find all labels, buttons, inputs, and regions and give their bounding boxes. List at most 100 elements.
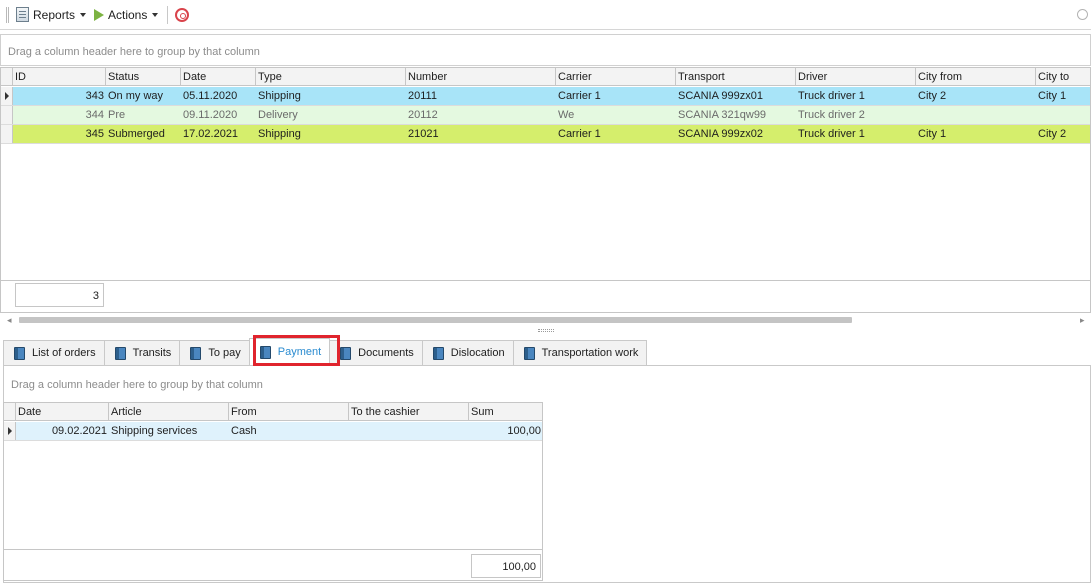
column-header-article[interactable]: Article (109, 403, 229, 421)
chevron-down-icon (80, 12, 87, 17)
actions-button[interactable]: Actions (91, 4, 161, 25)
cell-date: 05.11.2020 (183, 90, 238, 102)
cell-transport: SCANIA 999zx01 (678, 90, 763, 102)
book-icon (523, 346, 535, 360)
cell-from: Cash (231, 425, 257, 437)
column-header-from[interactable]: From (229, 403, 349, 421)
cell-sum: 100,00 (507, 425, 541, 437)
cell-id: 345 (85, 128, 104, 140)
row-indicator[interactable] (1, 125, 13, 143)
group-hint: Drag a column header here to group by th… (11, 379, 263, 391)
tab-label: Transportation work (541, 347, 639, 359)
cell-article: Shipping services (111, 425, 198, 437)
column-header-date[interactable]: Date (16, 403, 109, 421)
cell-number: 20111 (408, 90, 437, 102)
column-header-number[interactable]: Number (406, 68, 556, 86)
cell-city-to: City 2 (1038, 128, 1067, 140)
column-header-to-cashier[interactable]: To the cashier (349, 403, 469, 421)
payment-grid: Date Article From To the cashier Sum 09.02.2… (3, 402, 543, 550)
toolbar-grip[interactable] (6, 7, 9, 23)
toolbar-separator (167, 6, 168, 24)
orders-summary-bar: 3 (0, 281, 1091, 313)
book-icon (190, 346, 202, 360)
column-header-driver[interactable]: Driver (796, 68, 916, 86)
cell-id: 343 (85, 90, 104, 102)
cell-date: 17.02.2021 (183, 128, 239, 140)
payment-total: 100,00 (471, 554, 541, 578)
column-header-transport[interactable]: Transport (676, 68, 796, 86)
book-icon (340, 346, 352, 360)
cell-city-from (916, 106, 1036, 124)
row-indicator[interactable] (1, 106, 13, 124)
column-header-sum[interactable]: Sum (469, 403, 542, 421)
payment-summary-bar: 100,00 (3, 550, 543, 581)
cell-type: Shipping (258, 128, 301, 140)
scroll-left-icon[interactable]: ◂ (7, 315, 12, 326)
table-row[interactable]: 344 Pre 09.11.2020 Delivery 20112 We SCANIA 32… (1, 106, 1090, 125)
column-header-status[interactable]: Status (106, 68, 181, 86)
cell-number: 21021 (408, 128, 439, 140)
play-icon (94, 8, 104, 21)
payment-group-panel[interactable]: Drag a column header here to group by th… (4, 368, 1088, 402)
cell-driver: Truck driver 1 (798, 128, 865, 140)
main-group-panel[interactable]: Drag a column header here to group by th… (0, 34, 1091, 66)
tab-dislocation[interactable]: Dislocation (421, 340, 514, 365)
cell-city-from: City 2 (918, 90, 947, 102)
column-header-id[interactable]: ID (13, 68, 106, 86)
actions-label: Actions (108, 7, 148, 22)
cell-type: Shipping (258, 90, 301, 102)
column-header-carrier[interactable]: Carrier (556, 68, 676, 86)
tab-label: Transits (132, 347, 172, 359)
tab-transportation-work[interactable]: Transportation work (512, 340, 648, 365)
cell-carrier: Carrier 1 (558, 90, 601, 102)
tab-label: To pay (208, 347, 241, 359)
column-header-date[interactable]: Date (181, 68, 256, 86)
scroll-thumb[interactable] (19, 317, 852, 323)
row-indicator[interactable] (1, 87, 13, 105)
cell-status: Submerged (108, 128, 165, 140)
cell-to-cashier (349, 422, 469, 440)
orders-count: 3 (15, 283, 104, 307)
column-header-city-from[interactable]: City from (916, 68, 1036, 86)
column-header-city-to[interactable]: City to (1036, 68, 1090, 86)
book-icon (14, 346, 25, 360)
cell-status: On my way (108, 90, 164, 102)
cell-number: 20112 (408, 109, 438, 121)
cell-city-to (1036, 106, 1090, 124)
cell-city-to: City 1 (1038, 90, 1067, 102)
table-row[interactable]: 09.02.2021 Shipping services Cash 100,00 (4, 422, 542, 441)
cell-driver: Truck driver 2 (798, 109, 865, 121)
cell-status: Pre (108, 109, 126, 121)
cell-carrier: Carrier 1 (558, 128, 601, 140)
cell-city-from: City 1 (918, 128, 947, 140)
cell-date: 09.02.2021 (51, 425, 107, 437)
table-row[interactable]: 343 On my way 05.11.2020 Shipping 20111 Carri… (1, 87, 1090, 106)
horizontal-scrollbar[interactable]: ◂ ▸ (0, 313, 1091, 327)
header-indicator (1, 68, 13, 85)
cell-transport: SCANIA 999zx02 (678, 128, 763, 140)
header-indicator (4, 403, 16, 420)
tab-label: List of orders (32, 347, 96, 359)
panel-options-icon[interactable] (1077, 9, 1088, 20)
orders-grid-header: ID Status Date Type Number Carrier Transport Dr… (1, 68, 1090, 86)
reports-button[interactable]: Reports (13, 4, 89, 25)
tab-label: Documents (358, 347, 414, 359)
cell-transport: SCANIA 321qw99 (678, 109, 767, 121)
tab-transits[interactable]: Transits (103, 340, 181, 365)
book-icon (432, 346, 444, 360)
tab-documents[interactable]: Documents (329, 340, 423, 365)
row-indicator[interactable] (4, 422, 16, 440)
scroll-right-icon[interactable]: ▸ (1080, 315, 1085, 326)
group-hint: Drag a column header here to group by th… (8, 46, 260, 58)
splitter-handle[interactable] (538, 329, 554, 332)
column-header-type[interactable]: Type (256, 68, 406, 86)
cell-carrier: We (558, 109, 575, 121)
tab-to-pay[interactable]: To pay (179, 340, 250, 365)
tab-label: Dislocation (450, 347, 505, 359)
report-icon (16, 7, 29, 22)
cell-type: Delivery (258, 109, 298, 121)
tab-list-of-orders[interactable]: List of orders (3, 340, 105, 365)
payment-grid-header: Date Article From To the cashier Sum (4, 403, 542, 421)
table-row[interactable]: 345 Submerged 17.02.2021 Shipping 21021 Carri… (1, 125, 1090, 144)
stop-button[interactable] (172, 4, 192, 25)
